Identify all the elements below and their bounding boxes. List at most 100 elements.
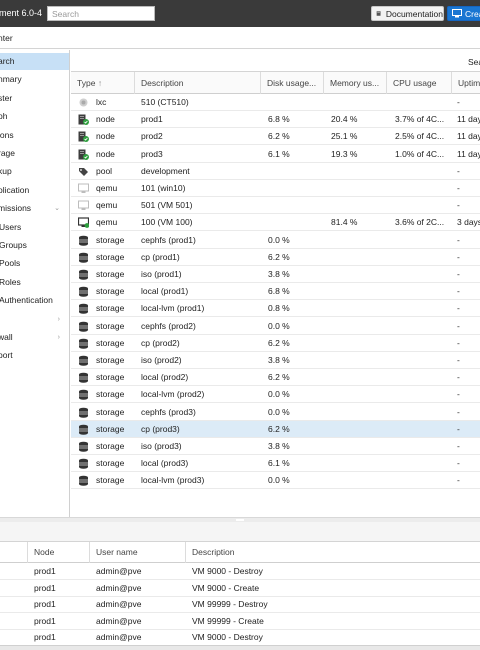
disk-usage-cell: 0.0 % — [268, 389, 290, 400]
task-user-cell: admin@pve — [96, 566, 142, 576]
nav-item-6[interactable]: kup — [0, 163, 69, 180]
resource-row[interactable]: storage iso (prod2) 3.8 % - — [71, 352, 480, 369]
task-description-cell: VM 9000 - Destroy — [192, 632, 263, 642]
column-header-disk-usage[interactable]: Disk usage... — [261, 72, 324, 94]
column-header-time[interactable] — [0, 542, 28, 563]
create-vm-label: Crea — [465, 8, 480, 19]
nav-item-12[interactable]: Roles — [0, 274, 69, 291]
resource-row[interactable]: storage iso (prod1) 3.8 % - — [71, 266, 480, 283]
description-cell: iso (prod3) — [141, 441, 182, 451]
task-row[interactable]: prod1 admin@pve VM 9000 - Create — [0, 580, 480, 597]
uptime-cell: 11 day — [457, 114, 480, 125]
task-user-cell: admin@pve — [96, 615, 142, 626]
column-header-uptime[interactable]: Uptim — [452, 72, 480, 94]
disk-usage-cell: 0.0 % — [268, 475, 290, 486]
task-row[interactable]: prod1 admin@pve VM 99999 - Create — [0, 613, 480, 630]
nav-item-9[interactable]: Users — [0, 219, 69, 236]
cpu-usage-cell — [395, 266, 457, 283]
resource-row[interactable]: storage local (prod1) 6.8 % - — [71, 283, 480, 301]
resource-row[interactable]: qemu 101 (win10) - — [71, 180, 480, 197]
resource-row[interactable]: storage local (prod3) 6.1 % - — [71, 455, 480, 473]
nav-item-2[interactable]: ster — [0, 90, 69, 107]
resource-row[interactable]: node prod1 6.8 % 20.4 % 3.7% of 4C... 11 day — [71, 111, 480, 129]
resource-row[interactable]: storage iso (prod3) 3.8 % - — [71, 438, 480, 455]
disk-usage-cell — [268, 163, 323, 180]
column-header-description[interactable]: Description — [186, 542, 480, 563]
top-bar: ment 6.0-4 Search Documentation Crea — [0, 0, 480, 27]
resource-row[interactable]: storage local-lvm (prod3) 0.0 % - — [71, 472, 480, 490]
resource-row[interactable]: storage local (prod2) 6.2 % - — [71, 369, 480, 387]
chevron-down-icon[interactable]: ⌄ — [54, 200, 60, 217]
column-header-user-name[interactable]: User name — [90, 542, 186, 563]
resource-row[interactable]: qemu 501 (VM 501) - — [71, 197, 480, 215]
create-vm-button[interactable]: Crea — [447, 6, 480, 21]
column-header-node[interactable]: Node — [28, 542, 90, 563]
task-log-footer — [0, 645, 480, 650]
nav-item-16[interactable]: port — [0, 347, 69, 364]
task-row[interactable]: prod1 admin@pve VM 9000 - Destroy — [0, 563, 480, 580]
type-cell: qemu — [96, 217, 118, 228]
disk-usage-cell: 3.8 % — [268, 269, 290, 279]
nav-item-13[interactable]: Authentication — [0, 292, 69, 309]
nav-item-label: Groups — [0, 240, 27, 250]
task-row[interactable]: prod1 admin@pve VM 99999 - Destroy — [0, 596, 480, 613]
column-header-cpu-usage[interactable]: CPU usage — [387, 72, 452, 94]
node-icon — [78, 131, 89, 143]
chevron-right-icon[interactable]: › — [58, 311, 60, 328]
disk-usage-cell: 6.1 % — [268, 458, 290, 469]
resource-row[interactable]: storage cp (prod1) 6.2 % - — [71, 249, 480, 266]
storage-icon — [79, 304, 88, 315]
column-header-memory-usage[interactable]: Memory us... — [324, 72, 387, 94]
search-input[interactable]: Search — [47, 6, 155, 21]
task-description-cell: VM 9000 - Create — [192, 582, 260, 593]
resource-row[interactable]: node prod2 6.2 % 25.1 % 2.5% of 4C... 11 day — [71, 128, 480, 146]
resource-row[interactable]: storage local-lvm (prod1) 0.8 % - — [71, 300, 480, 318]
disk-usage-cell: 6.2 % — [268, 423, 290, 434]
nav-item-label: Roles — [0, 276, 21, 287]
nav-item-14[interactable]: › — [0, 311, 69, 328]
nav-item-5[interactable]: rage — [0, 145, 69, 162]
nav-item-8[interactable]: missions ⌄ — [0, 200, 69, 217]
view-selector-label: nter — [0, 33, 13, 43]
nav-item-11[interactable]: Pools — [0, 255, 69, 272]
resource-row[interactable]: node prod3 6.1 % 19.3 % 1.0% of 4C... 11 day — [71, 146, 480, 163]
nav-item-3[interactable]: ph — [0, 108, 69, 125]
view-selector[interactable]: nter — [0, 27, 480, 49]
disk-usage-cell: 6.2 % — [268, 131, 290, 142]
type-cell: qemu — [96, 183, 118, 193]
splitter-handle[interactable] — [236, 519, 244, 521]
chevron-right-icon[interactable]: › — [58, 329, 60, 346]
resource-row[interactable]: storage local-lvm (prod2) 0.0 % - — [71, 386, 480, 404]
cpu-usage-cell — [395, 352, 457, 369]
cpu-usage-cell — [395, 472, 457, 489]
type-cell: qemu — [96, 200, 118, 211]
resource-row[interactable]: storage cp (prod3) 6.2 % - — [71, 420, 480, 438]
uptime-cell: - — [457, 355, 460, 365]
cpu-usage-cell — [395, 335, 457, 352]
type-cell: storage — [96, 423, 125, 434]
resource-row[interactable]: lxc 510 (CT510) - — [71, 94, 480, 111]
resource-row[interactable]: storage cephfs (prod2) 0.0 % - — [71, 318, 480, 335]
nav-item-15[interactable]: wall › — [0, 329, 69, 346]
memory-usage-cell — [331, 300, 389, 317]
nav-item-0[interactable]: arch — [0, 53, 69, 70]
nav-item-7[interactable]: olication — [0, 182, 69, 199]
column-header-description[interactable]: Description — [135, 72, 261, 94]
task-row[interactable]: prod1 admin@pve VM 9000 - Destroy — [0, 629, 480, 646]
monitor-icon — [452, 9, 462, 18]
task-user-cell: admin@pve — [96, 632, 142, 642]
resource-row[interactable]: storage cephfs (prod1) 0.0 % - — [71, 232, 480, 249]
nav-item-1[interactable]: nmary — [0, 71, 69, 88]
nav-item-10[interactable]: Groups — [0, 237, 69, 254]
resource-row[interactable]: pool development - — [71, 163, 480, 180]
column-header-type[interactable]: Type ↑ — [71, 72, 135, 94]
description-cell: 101 (win10) — [141, 183, 186, 193]
resource-row[interactable]: storage cp (prod2) 6.2 % - — [71, 335, 480, 352]
resource-row[interactable]: qemu 100 (VM 100) 81.4 % 3.6% of 2C... 3 day… — [71, 214, 480, 232]
memory-usage-cell — [331, 266, 389, 283]
resource-row[interactable]: storage cephfs (prod3) 0.0 % - — [71, 404, 480, 421]
description-cell: cephfs (prod3) — [141, 406, 196, 417]
nav-item-4[interactable]: ions — [0, 127, 69, 144]
documentation-button[interactable]: Documentation — [371, 6, 444, 21]
task-user-cell: admin@pve — [96, 599, 142, 609]
